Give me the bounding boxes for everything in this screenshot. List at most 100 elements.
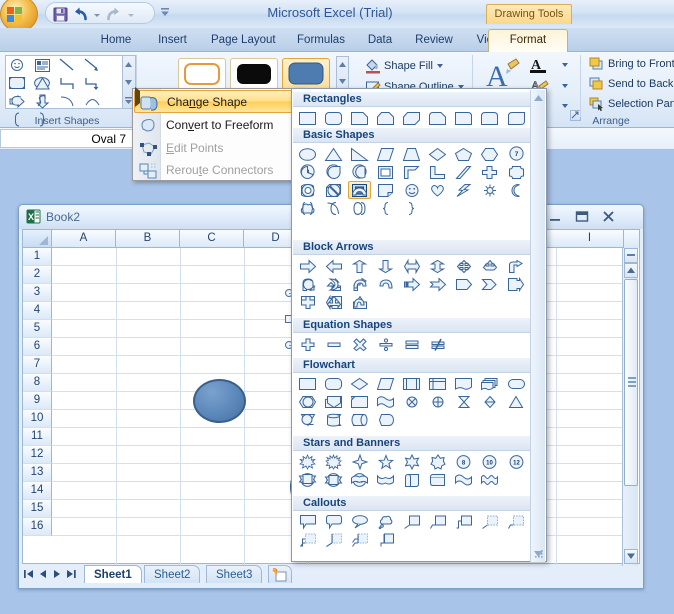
shape-line-callout-1-icon[interactable] — [400, 513, 423, 531]
shape-flowchart-direct-access-storage-icon[interactable] — [348, 411, 371, 429]
row-header-11[interactable]: 11 — [23, 428, 52, 446]
shape-snip-single-corner-rect-icon[interactable] — [348, 109, 371, 127]
shape-left-right-arrow-icon[interactable] — [400, 257, 423, 275]
close-button[interactable] — [596, 208, 622, 225]
shape-right-triangle-icon[interactable] — [348, 145, 371, 163]
shape-snip-round-corner-rect-icon[interactable] — [426, 109, 449, 127]
shape-oval-icon[interactable] — [296, 145, 319, 163]
shape-parallelogram-icon[interactable] — [374, 145, 397, 163]
shape-donut-icon[interactable] — [296, 181, 319, 199]
selection-pane-button[interactable]: Selection Pane — [589, 97, 674, 115]
shape-double-brace-icon[interactable] — [296, 199, 319, 217]
name-box[interactable]: Oval 7 — [0, 129, 133, 148]
row-header-5[interactable]: 5 — [23, 320, 52, 338]
shape-round-single-corner-rect-icon[interactable] — [452, 109, 475, 127]
shape-arrow-icon[interactable] — [81, 56, 103, 74]
row-header-15[interactable]: 15 — [23, 500, 52, 518]
shape-smiley-icon[interactable] — [6, 56, 28, 74]
insert-worksheet-button[interactable] — [268, 565, 292, 583]
shape-rect-icon[interactable] — [296, 109, 319, 127]
shape-frame-icon[interactable] — [374, 163, 397, 181]
gallery-row-callouts-2[interactable] — [296, 531, 532, 549]
row-header-2[interactable]: 2 — [23, 266, 52, 284]
previous-sheet-button[interactable] — [36, 566, 50, 581]
gallery-row-callouts-1[interactable] — [296, 513, 532, 547]
text-fill-caret-icon[interactable] — [562, 63, 568, 67]
text-outline-caret-icon[interactable] — [562, 84, 568, 88]
shape-diagonal-stripe-icon[interactable] — [452, 163, 475, 181]
shape-elbow-arrow-icon[interactable] — [81, 74, 103, 92]
gallery-row-stars-2[interactable] — [296, 471, 532, 489]
row-header-13[interactable]: 13 — [23, 464, 52, 482]
gallery-row-flow-1[interactable] — [296, 375, 532, 408]
shape-horizontal-scroll-icon[interactable] — [426, 471, 449, 489]
shape-style-thumb-1[interactable] — [178, 58, 226, 90]
shape-curved-down-arrow-icon[interactable] — [348, 275, 371, 293]
text-effects-caret-icon[interactable] — [562, 104, 568, 108]
shape-right-arrow-callout-icon[interactable] — [505, 275, 528, 293]
shape-teardrop-icon[interactable] — [322, 163, 345, 181]
shape-flowchart-collate-icon[interactable] — [452, 393, 475, 411]
bring-to-front-button[interactable]: Bring to Front — [589, 57, 674, 75]
column-header-i[interactable]: I — [556, 230, 624, 248]
shape-division-icon[interactable] — [374, 335, 397, 353]
shape-snip-same-side-corner-rect-icon[interactable] — [374, 109, 397, 127]
menu-item-convert-to-freeform[interactable]: Convert to Freeform — [134, 114, 304, 137]
shape-line-icon[interactable] — [56, 56, 78, 74]
shape-no-symbol-icon[interactable] — [322, 181, 345, 199]
save-icon[interactable] — [52, 6, 70, 23]
shape-explosion-1-icon[interactable] — [296, 453, 319, 471]
shape-multiply-icon[interactable] — [348, 335, 371, 353]
shape-flowchart-terminator-icon[interactable] — [505, 375, 528, 393]
gallery-resize-grip-icon[interactable] — [535, 550, 544, 559]
shape-l-shape-icon[interactable] — [426, 163, 449, 181]
shape-callout-accent-bar-icon[interactable] — [374, 531, 397, 549]
shape-right-bracket-icon[interactable] — [348, 199, 371, 217]
shape-chord-icon[interactable] — [348, 163, 371, 181]
shape-flowchart-data-icon[interactable] — [374, 375, 397, 393]
shape-quad-arrow-callout-icon[interactable] — [478, 257, 501, 275]
sheet-tab-sheet3[interactable]: Sheet3 — [206, 565, 263, 583]
shape-flowchart-predefined-process-icon[interactable] — [400, 375, 423, 393]
shape-equal-icon[interactable] — [400, 335, 423, 353]
shape-trapezoid-icon[interactable] — [400, 145, 423, 163]
shape-right-arrow-icon[interactable] — [296, 257, 319, 275]
menu-item-reroute-connectors[interactable]: Reroute Connectors — [134, 159, 304, 182]
shape-12-point-star-icon[interactable]: 12 — [505, 453, 528, 471]
shape-pentagon-icon[interactable] — [452, 145, 475, 163]
shape-flowchart-extract-icon[interactable] — [505, 393, 528, 411]
shape-bent-arrow-icon[interactable] — [505, 257, 528, 275]
shape-arc-icon[interactable] — [81, 92, 103, 110]
shape-not-equal-icon[interactable] — [426, 335, 449, 353]
shape-diamond-icon[interactable] — [426, 145, 449, 163]
shape-smiley-face-icon[interactable] — [400, 181, 423, 199]
split-box-icon[interactable] — [624, 248, 638, 263]
tab-page-layout[interactable]: Page Layout — [203, 30, 283, 52]
shape-up-arrow-icon[interactable] — [348, 257, 371, 275]
shape-textbox-icon[interactable] — [31, 56, 53, 74]
gallery-row-flow-2[interactable] — [296, 393, 532, 427]
shape-up-down-arrow-icon[interactable] — [426, 257, 449, 275]
restore-button[interactable] — [569, 208, 595, 225]
row-header-9[interactable]: 9 — [23, 392, 52, 410]
shape-fill-caret-icon[interactable] — [436, 64, 443, 68]
shape-style-thumb-3-selected[interactable] — [282, 58, 330, 90]
shape-left-bracket-icon[interactable] — [322, 199, 345, 217]
shape-callout-no-border-3-icon[interactable] — [348, 531, 371, 549]
tab-review[interactable]: Review — [407, 30, 461, 52]
shape-flowchart-connector-icon[interactable] — [296, 393, 319, 411]
shape-round-diagonal-corner-rect-icon[interactable] — [505, 109, 528, 127]
shape-circular-arrow-icon[interactable] — [296, 275, 319, 293]
shape-round-same-side-corner-rect-icon[interactable] — [478, 109, 501, 127]
redo-icon[interactable] — [104, 6, 122, 23]
shape-double-wave-icon[interactable] — [478, 471, 501, 489]
shape-freeform-icon[interactable] — [6, 92, 28, 110]
shape-rect-callout-icon[interactable] — [296, 513, 319, 531]
row-header-8[interactable]: 8 — [23, 374, 52, 392]
tab-formulas[interactable]: Formulas — [289, 30, 353, 52]
gallery-row-stars-1[interactable]: 8 10 12 16 24 32 — [296, 453, 532, 487]
row-header-16[interactable]: 16 — [23, 518, 52, 536]
gallery-row-basic-3[interactable] — [296, 181, 532, 215]
shape-5-point-star-icon[interactable] — [374, 453, 397, 471]
qat-customize-icon[interactable] — [158, 4, 172, 20]
